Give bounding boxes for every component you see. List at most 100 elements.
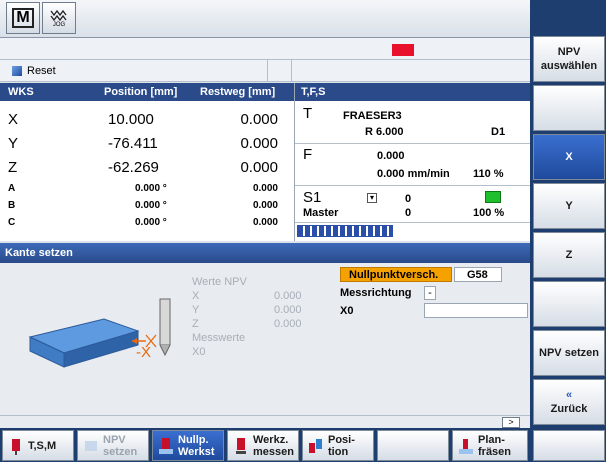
softkey-label: NPV setzen <box>103 433 138 458</box>
softkey-plan-fraesen[interactable]: Plan- fräsen <box>452 430 528 461</box>
divider <box>295 185 531 186</box>
softkey-y[interactable]: Y <box>533 183 605 229</box>
feed-rate: 0.000 mm/min <box>377 168 450 180</box>
next-page-arrow-icon[interactable]: > <box>502 417 520 428</box>
messwerte-heading: Messwerte <box>192 332 246 344</box>
softkey-npv-setzen[interactable]: NPV setzen <box>533 330 605 376</box>
werte-value: 0.000 <box>274 290 302 302</box>
direction-graphic-label: -X <box>136 344 151 361</box>
back-arrow-icon: « <box>565 389 573 401</box>
feed-override: 110 % <box>473 168 504 180</box>
top-bar: M JOG <box>0 0 606 38</box>
messrichtung-field[interactable]: - <box>424 286 436 300</box>
dialog-title: Kante setzen <box>5 247 73 259</box>
position-icon <box>309 437 323 455</box>
softkey-werkz-messen[interactable]: Werkz. messen <box>227 430 299 461</box>
alarm-row <box>0 38 530 60</box>
spindle-load-bar <box>297 225 393 237</box>
softkey-label: T,S,M <box>28 439 57 452</box>
softkey-tsm[interactable]: T,S,M <box>2 430 74 461</box>
werte-npv-heading: Werte NPV <box>192 276 247 288</box>
axis-restweg: 0.000 <box>252 200 278 211</box>
jog-mode-button[interactable]: JOG <box>42 2 76 34</box>
status-cell <box>268 60 292 81</box>
axis-position: 0.000 ° <box>135 217 167 228</box>
dialog-footer: > <box>0 415 530 428</box>
nullpunkt-value-field[interactable]: G58 <box>454 267 502 282</box>
jog-label: JOG <box>52 22 66 28</box>
machine-logo-icon: M <box>12 8 34 28</box>
axis-restweg: 0.000 <box>240 111 278 128</box>
werte-value: 0.000 <box>274 304 302 316</box>
softkey-npv-auswaehlen[interactable]: NPV auswählen <box>533 36 605 82</box>
axis-position: -62.269 <box>108 159 159 176</box>
softkey-empty[interactable] <box>533 281 605 327</box>
softkey-empty[interactable] <box>377 430 449 461</box>
softkey-npv-setzen-bottom[interactable]: NPV setzen <box>77 430 149 461</box>
dialog-title-bar: Kante setzen <box>0 243 530 263</box>
tool-radius: R 6.000 <box>365 126 404 138</box>
tool-name: FRAESER3 <box>343 110 402 122</box>
axis-name: Y <box>8 135 19 152</box>
messrichtung-label: Messrichtung <box>340 287 412 299</box>
softkey-nullp-werkst[interactable]: Nullp. Werkst <box>152 430 224 461</box>
wcs-position-table: WKS Position [mm] Restweg [mm] X 10.000 … <box>0 83 294 241</box>
spindle-label: S1 <box>303 189 322 206</box>
edge-setting-dialog: Kante setzen -X Werte NPV X 0.000 Y 0.00… <box>0 243 530 415</box>
tfs-header: T,F,S <box>295 83 531 101</box>
tool-icon <box>9 437 23 455</box>
channel-status: Reset <box>0 60 268 81</box>
softkey-zurueck-label: Zurück <box>550 403 588 415</box>
softkey-label: Posi- tion <box>328 433 355 458</box>
nullpunkt-label: Nullpunktversch. <box>349 269 439 281</box>
master-label: Master <box>303 207 339 219</box>
master-value: 0 <box>405 207 412 219</box>
softkey-label: Nullp. Werkst <box>178 433 215 458</box>
axis-position: 0.000 ° <box>135 200 167 211</box>
workpiece-graphic <box>28 298 171 368</box>
reset-icon <box>12 66 22 76</box>
x0-input[interactable] <box>424 303 528 318</box>
axis-name: B <box>8 200 16 211</box>
face-milling-icon <box>459 437 473 455</box>
softkey-label: Plan- fräsen <box>478 433 512 458</box>
softkey-label: Werkz. messen <box>253 433 294 458</box>
status-row: Reset <box>0 60 530 82</box>
divider <box>295 222 531 223</box>
axis-position: -76.411 <box>108 135 158 152</box>
divider <box>295 143 531 144</box>
alarm-indicator-icon[interactable] <box>392 44 414 56</box>
jog-wave-icon <box>50 9 67 22</box>
axis-restweg: 0.000 <box>252 217 278 228</box>
axis-position: 0.000 ° <box>135 183 167 194</box>
spindle-select-dropdown-icon[interactable]: ▾ <box>367 193 377 203</box>
axis-position: 10.000 <box>108 111 154 128</box>
messwerte-x0: X0 <box>192 346 206 358</box>
messrichtung-value: - <box>428 287 432 299</box>
tfs-header-label: T,F,S <box>301 86 326 98</box>
werte-axis: X <box>192 290 200 302</box>
werte-axis: Z <box>192 318 199 330</box>
machine-area-button[interactable]: M <box>6 2 40 34</box>
tfs-panel: T,F,S T FRAESER3 R 6.000 D1 F 0.000 0.00… <box>294 83 531 241</box>
tool-label: T <box>303 105 313 122</box>
npv-icon <box>84 437 98 455</box>
spindle-running-icon <box>485 191 501 203</box>
axis-name: Z <box>8 159 18 176</box>
restweg-header: Restweg [mm] <box>200 86 276 98</box>
nullpunkt-field[interactable]: Nullpunktversch. <box>340 267 452 282</box>
softkey-x[interactable]: X <box>533 134 605 180</box>
wcs-header-label: WKS <box>8 86 34 98</box>
master-override: 100 % <box>473 207 505 219</box>
x0-label: X0 <box>340 305 354 317</box>
softkey-position[interactable]: Posi- tion <box>302 430 374 461</box>
softkey-empty[interactable] <box>533 85 605 131</box>
spindle-value: 0 <box>405 193 412 205</box>
nullpunkt-value: G58 <box>467 269 488 281</box>
axis-name: C <box>8 217 16 228</box>
softkey-empty[interactable] <box>533 430 605 461</box>
feed-label: F <box>303 146 313 163</box>
reset-status-text: Reset <box>27 65 56 77</box>
softkey-zurueck[interactable]: « Zurück <box>533 379 605 425</box>
softkey-z[interactable]: Z <box>533 232 605 278</box>
